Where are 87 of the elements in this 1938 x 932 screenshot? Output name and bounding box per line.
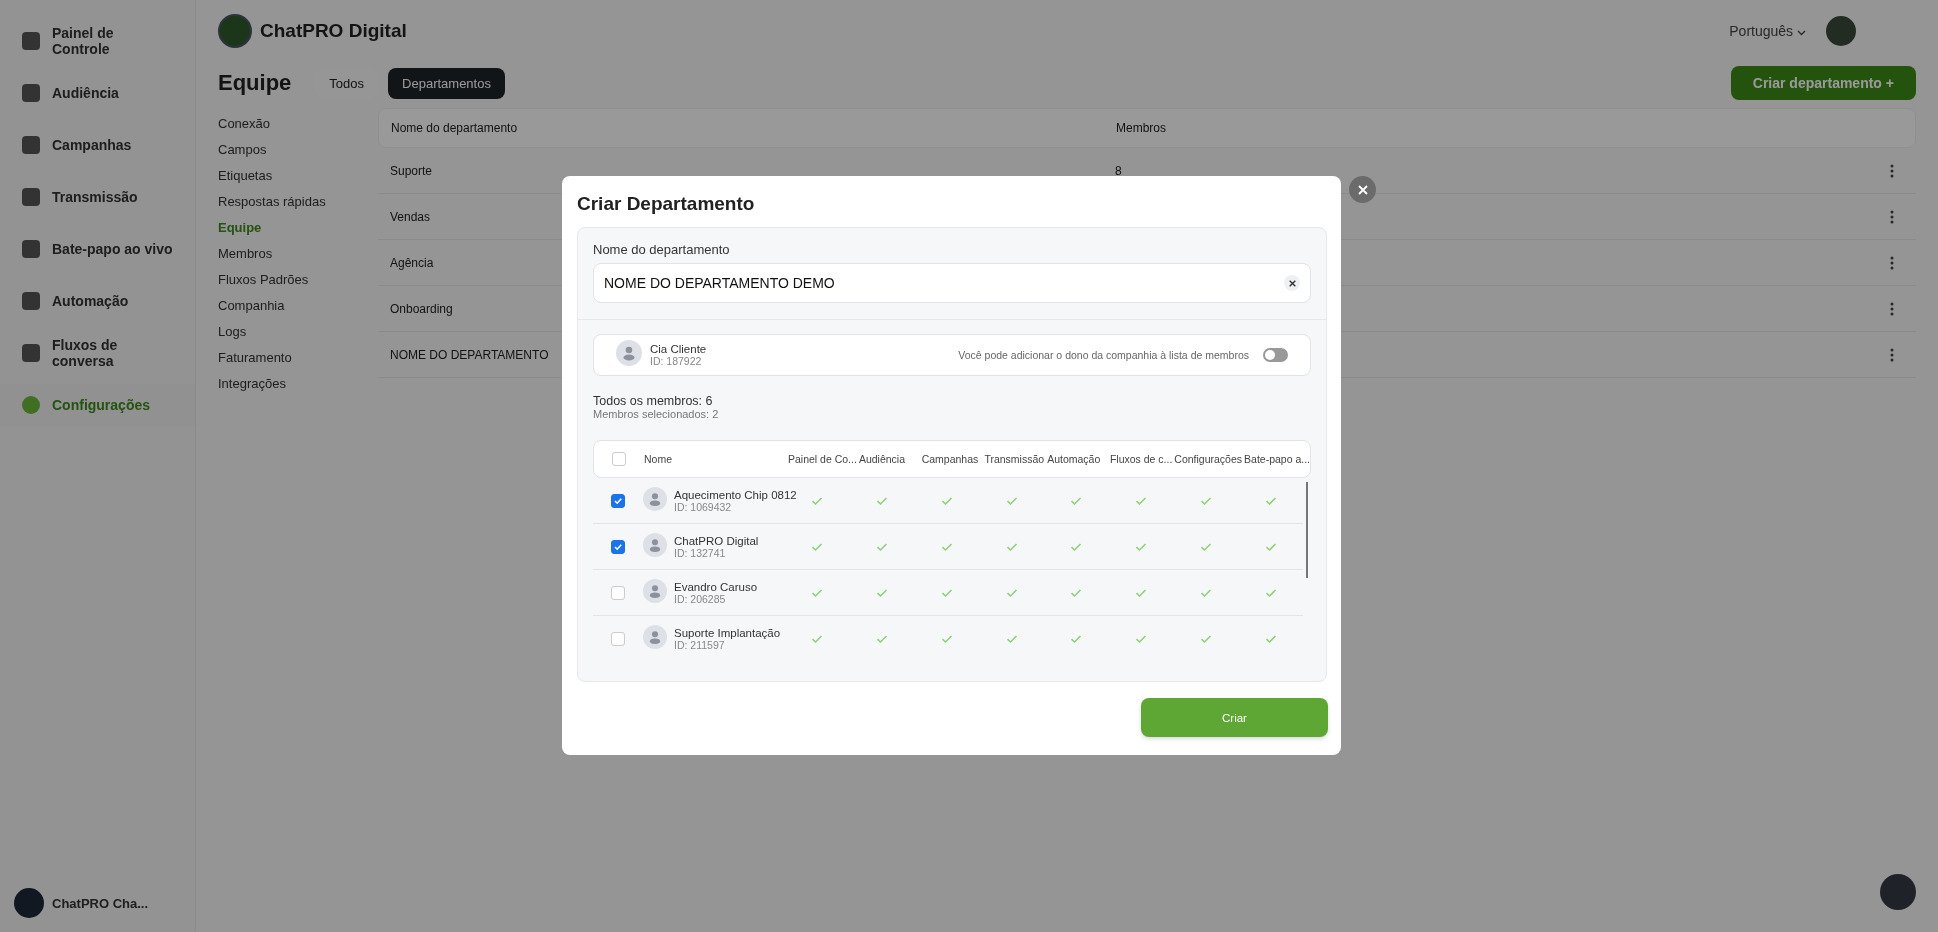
column-header: Nome (644, 453, 672, 465)
user-avatar[interactable] (1826, 16, 1856, 46)
sidebar-item[interactable]: Bate-papo ao vivo (0, 228, 195, 270)
table-cell: 8 (1115, 163, 1122, 178)
members-count: Todos os membros: 6 (593, 394, 714, 408)
chevron-down-icon (1797, 30, 1806, 36)
menu-item-icon (22, 84, 40, 102)
member-name: Suporte Implantação (674, 626, 781, 639)
table-cell: NOME DO DEPARTAMENTO (390, 347, 549, 362)
page-title: Equipe (218, 70, 292, 96)
brand-name: ChatPRO Digital (260, 20, 407, 42)
member-id: ID: 1069432 (674, 500, 732, 513)
sidebar-item[interactable]: Transmissão (0, 176, 195, 218)
menu-item-icon (22, 136, 40, 154)
member-name: Aquecimento Chip 0812 (674, 488, 797, 501)
selected-count: Membros selecionados: 2 (593, 408, 720, 420)
tab[interactable]: Departamentos (388, 67, 505, 99)
menu-item-icon (22, 396, 40, 414)
more-icon[interactable] (1890, 255, 1894, 270)
member-id: ID: 132741 (674, 546, 727, 559)
member-id: ID: 211597 (674, 638, 725, 651)
create-button[interactable]: Criar (1141, 698, 1328, 737)
settings-nav-item[interactable]: Campos (218, 142, 358, 157)
create-department-button[interactable]: Criar departamento + (1730, 66, 1916, 100)
menu-item-icon (22, 32, 40, 50)
table-cell: Suporte (390, 163, 433, 178)
settings-nav-item[interactable]: Etiquetas (218, 168, 358, 183)
sidebar-item[interactable]: Painel de Controle (0, 20, 195, 62)
more-icon[interactable] (1890, 301, 1894, 316)
settings-nav-item[interactable]: Faturamento (218, 350, 358, 365)
column-header: Campanhas (921, 453, 979, 465)
sidebar-item[interactable]: Campanhas (0, 124, 195, 166)
column-header: Membros (1116, 121, 1167, 135)
settings-nav-item[interactable]: Respostas rápidas (218, 194, 358, 209)
owner-id: ID: 187922 (650, 355, 703, 367)
column-header: Nome do departamento (391, 121, 519, 135)
column-header: Automação (1047, 453, 1101, 465)
owner-hint: Você pode adicionar o dono da companhia à lista de membros (958, 349, 1249, 361)
row-checkbox[interactable] (611, 539, 625, 554)
clear-icon[interactable] (1284, 275, 1300, 291)
row-checkbox[interactable] (611, 631, 625, 646)
sidebar-item[interactable]: Audiência (0, 72, 195, 114)
checkmark-icon (613, 495, 623, 506)
more-icon[interactable] (1890, 163, 1894, 178)
settings-nav-item[interactable]: Companhia (218, 298, 358, 313)
menu-item-icon (22, 344, 40, 362)
row-checkbox[interactable] (611, 585, 625, 600)
menu-item-icon (22, 240, 40, 258)
scrollbar[interactable] (1306, 482, 1308, 578)
logo-icon (218, 14, 252, 48)
close-icon (1357, 184, 1368, 195)
settings-nav-item[interactable]: Equipe (218, 220, 358, 235)
column-header: Transmissão (984, 453, 1045, 465)
sidebar-item[interactable]: Automação (0, 280, 195, 322)
column-header: Painel de Co... (788, 453, 857, 465)
more-icon[interactable] (1890, 209, 1894, 224)
member-id: ID: 206285 (674, 592, 727, 605)
owner-name: Cia Cliente (650, 343, 707, 355)
column-header: Fluxos de c... (1109, 453, 1173, 465)
language-selector[interactable]: Português (1729, 23, 1806, 39)
column-header: Audiência (858, 453, 905, 465)
menu-item-icon (22, 292, 40, 310)
table-cell: Onboarding (390, 301, 453, 316)
table-cell: Vendas (390, 209, 431, 224)
account-name: ChatPRO Cha... (52, 895, 149, 911)
select-all-checkbox[interactable] (612, 452, 626, 466)
more-icon[interactable] (1890, 347, 1894, 362)
settings-nav-item[interactable]: Conexão (218, 116, 358, 131)
sidebar-item[interactable]: Fluxos de conversa (0, 332, 195, 374)
row-checkbox[interactable] (611, 493, 625, 508)
checkmark-icon (613, 541, 623, 552)
close-button[interactable] (1349, 176, 1376, 203)
settings-nav-item[interactable]: Fluxos Padrões (218, 272, 358, 287)
settings-nav-item[interactable]: Integrações (218, 376, 358, 391)
account-avatar[interactable] (14, 888, 44, 918)
member-name: Evandro Caruso (674, 580, 758, 593)
toggle-switch[interactable] (1263, 348, 1288, 362)
menu-item-icon (22, 188, 40, 206)
settings-nav-item[interactable]: Logs (218, 324, 358, 339)
department-name-field[interactable]: NOME DO DEPARTAMENTO DEMO (593, 263, 1311, 303)
settings-nav-item[interactable]: Membros (218, 246, 358, 261)
field-label: Nome do departamento (593, 242, 731, 257)
table-cell: Agência (390, 255, 434, 270)
dialog-title: Criar Departamento (577, 191, 756, 216)
column-header: Bate-papo a... (1244, 453, 1311, 465)
member-name: ChatPRO Digital (674, 534, 759, 547)
column-header: Configurações (1174, 453, 1243, 465)
